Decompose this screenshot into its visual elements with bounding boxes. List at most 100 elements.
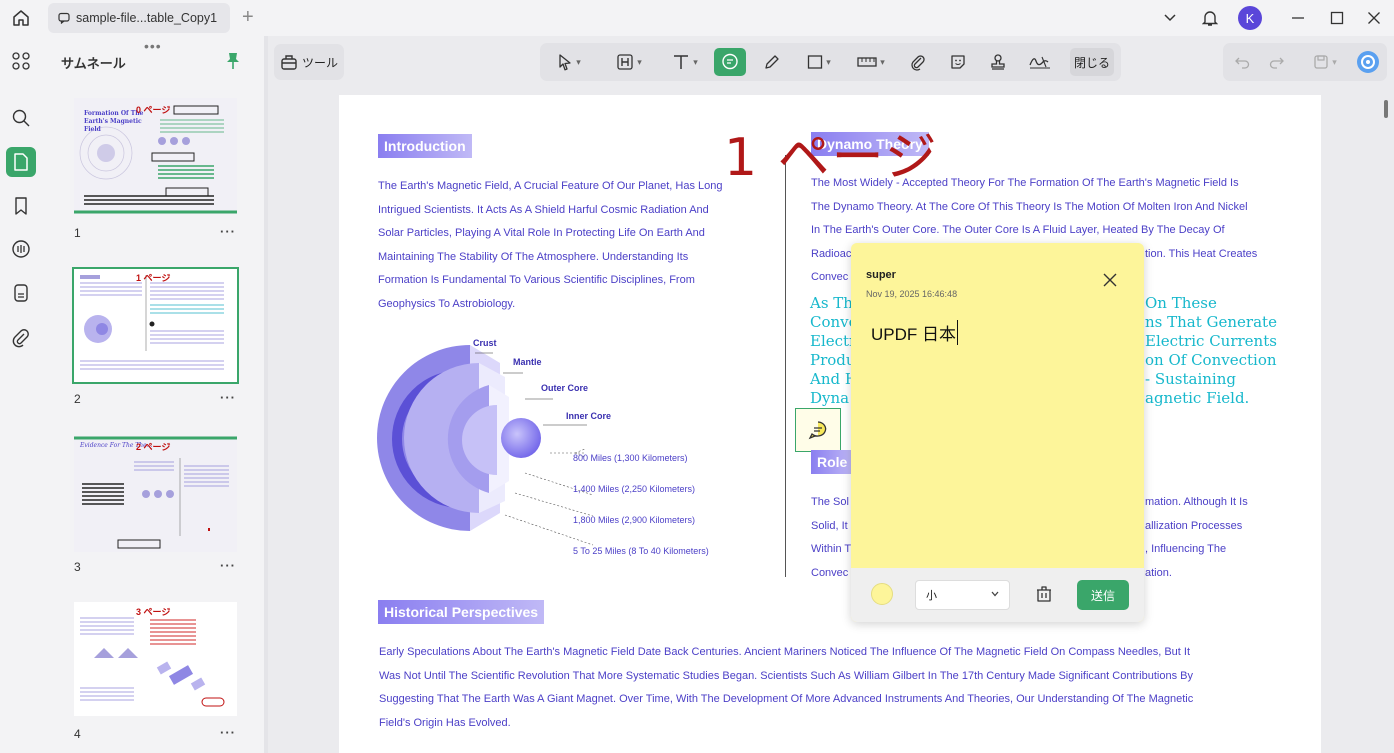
user-avatar[interactable]: K [1238,4,1262,32]
serif-paragraph-right: On These ns That Generate Electric Curre… [1145,294,1277,408]
thumb-4-more-icon[interactable]: ··· [220,725,236,740]
role-line: The Sol [811,496,849,508]
pencil-tool[interactable] [758,48,786,76]
delete-note-button[interactable] [1032,581,1056,607]
thumb-4-page-label: 3 ページ [136,607,171,617]
notification-bell-icon[interactable] [1200,4,1220,32]
save-button[interactable]: ▾ [1307,48,1343,76]
ai-assistant-icon[interactable] [1355,48,1381,76]
close-icon[interactable] [1103,273,1117,292]
minimize-icon[interactable] [1288,4,1308,32]
historical-line: Was Not Until The Scientific Revolution … [379,669,1193,682]
close-tools-button[interactable]: 閉じる [1070,48,1114,76]
thumb-2-number: 2 [74,392,81,406]
ruler-icon [857,57,877,67]
sticky-note-popup: super Nov 19, 2025 16:46:48 UPDF 日本 小 送信 [851,243,1144,622]
distance-label: 800 Miles (1,300 Kilometers) [573,453,688,463]
role-line: allization Processes [1145,519,1243,532]
comment-marker-icon [808,421,827,440]
thumbnails-icon[interactable] [6,147,36,177]
attachment-tool[interactable] [904,48,932,76]
thumb-1-more-icon[interactable]: ··· [220,224,236,239]
send-button[interactable]: 送信 [1077,580,1129,610]
select-tool[interactable]: ▾ [550,48,588,76]
comments-list-icon[interactable] [6,234,36,264]
note-date: Nov 19, 2025 16:46:48 [866,289,958,299]
measure-tool[interactable]: ▾ [850,48,892,76]
undo-icon[interactable] [1231,48,1253,76]
panel-grip[interactable]: ••• [144,38,162,54]
role-line: ation. [1145,566,1172,579]
dynamo-line: The Dynamo Theory. At The Core Of This T… [811,200,1248,213]
thumb-2-more-icon[interactable]: ··· [220,390,236,405]
thumbnail-panel: ••• サムネール Formation Of The Earth's Magne… [48,36,264,753]
page-thumbnail-1[interactable]: Formation Of The Earth's Magnetic Field … [74,98,237,214]
new-tab-button[interactable]: + [242,6,254,28]
chevron-down-icon [991,591,999,597]
role-line: Convec [811,566,849,579]
pin-icon[interactable] [226,52,240,75]
left-icon-rail [0,36,42,753]
note-footer: 小 送信 [851,568,1144,622]
document-tab[interactable]: sample-file...table_Copy1 [48,3,230,33]
redo-icon[interactable] [1266,48,1288,76]
vertical-scrollbar[interactable] [1384,100,1388,118]
page-thumbnail-3[interactable]: Evidence For The The... 2 ページ [74,436,237,552]
intro-line: Maintaining The Stability Of The Atmosph… [378,250,689,263]
comment-tool[interactable] [714,48,746,76]
role-line: mation. Although It Is [1145,496,1248,508]
paperclip-icon [911,55,925,71]
intro-paragraph: The Earth's Magnetic Field, A Crucial Fe… [378,175,748,317]
paperclip-icon[interactable] [6,323,36,353]
apps-grid-icon[interactable] [6,46,36,76]
pdf-page: Introduction The Earth's Magnetic Field,… [339,95,1321,753]
home-icon[interactable] [10,7,32,29]
highlight-tool[interactable]: ▾ [608,48,650,76]
historical-line: Suggesting That The Earth Was A Giant Ma… [379,693,1194,706]
tools-button[interactable]: ツール [274,44,344,80]
trash-icon [1037,586,1051,602]
outer-core-label: Outer Core [541,383,589,393]
stamp-tool[interactable] [984,48,1012,76]
maximize-icon[interactable] [1327,4,1347,32]
intro-heading: Introduction [378,134,472,158]
historical-heading: Historical Perspectives [378,600,545,624]
serif-line: on Of Convection [1145,351,1277,369]
signature-tool[interactable] [1024,48,1056,76]
role-paragraph-left: The Sol Solid, It Within T Convec [811,491,851,585]
page-thumbnail-2[interactable]: 1 ページ [72,267,239,384]
mantle-label: Mantle [513,357,542,367]
save-icon [1314,55,1328,69]
comment-marker[interactable] [795,408,841,452]
shape-tool[interactable]: ▾ [800,48,838,76]
historical-paragraph: Early Speculations About The Earth's Mag… [379,641,1279,735]
role-heading: Role [811,450,854,474]
attachments-list-icon[interactable] [6,278,36,308]
avatar[interactable]: K [1238,6,1262,30]
thumb-3-more-icon[interactable]: ··· [220,558,236,573]
distance-label: 1,800 Miles (2,900 Kilometers) [573,515,696,525]
search-icon[interactable] [6,103,36,133]
note-author: super [866,269,896,281]
thumb-2-page-label: 1 ページ [136,273,171,283]
intro-line: Solar Particles, Playing A Vital Role In… [378,227,705,240]
serif-line: - Sustaining [1145,370,1236,388]
text-icon [674,55,689,69]
secondary-toolbar: ▾ [1223,43,1387,81]
font-size-select[interactable]: 小 [915,580,1010,610]
thumb-3-page-label: 2 ページ [136,442,171,452]
note-color-picker[interactable] [871,583,893,605]
page-thumbnail-4[interactable]: 3 ページ [74,602,237,716]
tab-list-chevron-icon[interactable] [1160,4,1180,32]
intro-line: Intrigued Scientists. It Acts As A Shiel… [378,203,709,216]
sticker-tool[interactable] [944,48,972,76]
role-line: Within T [811,543,852,556]
stamp-icon [991,54,1005,70]
note-text-input[interactable]: UPDF 日本 [871,320,958,345]
serif-line: On These [1145,294,1217,312]
text-tool[interactable]: ▾ [664,48,706,76]
intro-line: The Earth's Magnetic Field, A Crucial Fe… [378,180,723,192]
bookmark-icon[interactable] [6,191,36,221]
close-window-icon[interactable] [1364,4,1384,32]
thumb-4-number: 4 [74,727,81,741]
